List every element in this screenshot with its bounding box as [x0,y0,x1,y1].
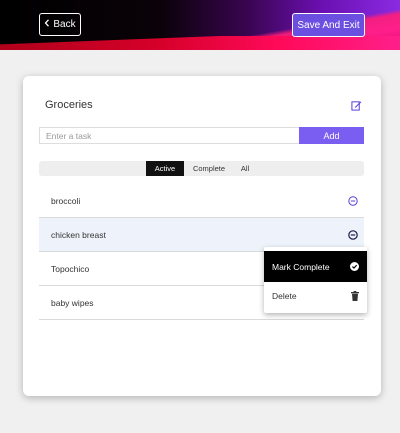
task-label: baby wipes [51,297,94,308]
add-task-button[interactable]: Add [299,127,364,144]
check-circle-icon [350,262,359,271]
filter-tab-all[interactable]: All [234,161,256,176]
trash-icon [351,291,359,301]
app-header: Back Save And Exit [0,0,400,50]
task-label: Topochico [51,263,90,274]
task-input[interactable] [39,127,299,144]
back-button[interactable]: Back [39,13,81,36]
mark-complete-label: Mark Complete [272,261,330,272]
filter-tab-active[interactable]: Active [146,161,184,176]
mark-complete-menu-item[interactable]: Mark Complete [264,251,367,282]
task-label: broccoli [51,195,81,206]
edit-icon[interactable] [351,100,362,111]
delete-label: Delete [272,291,297,301]
filter-tabs: Active Complete All [39,161,364,176]
filter-tab-complete[interactable]: Complete [187,161,231,176]
back-button-label: Back [53,19,76,30]
save-and-exit-button[interactable]: Save And Exit [292,13,365,37]
minus-circle-icon[interactable] [348,196,358,206]
delete-menu-item[interactable]: Delete [264,284,367,308]
task-context-menu: Mark Complete Delete [264,247,367,313]
task-row[interactable]: broccoli [39,184,364,218]
minus-circle-icon[interactable] [348,230,358,240]
chevron-left-icon [44,19,50,30]
header-gradient-band [0,36,400,50]
task-label: chicken breast [51,229,106,240]
todo-list-card: Groceries Add Active Complete All brocco… [23,76,381,396]
list-title: Groceries [45,99,93,111]
